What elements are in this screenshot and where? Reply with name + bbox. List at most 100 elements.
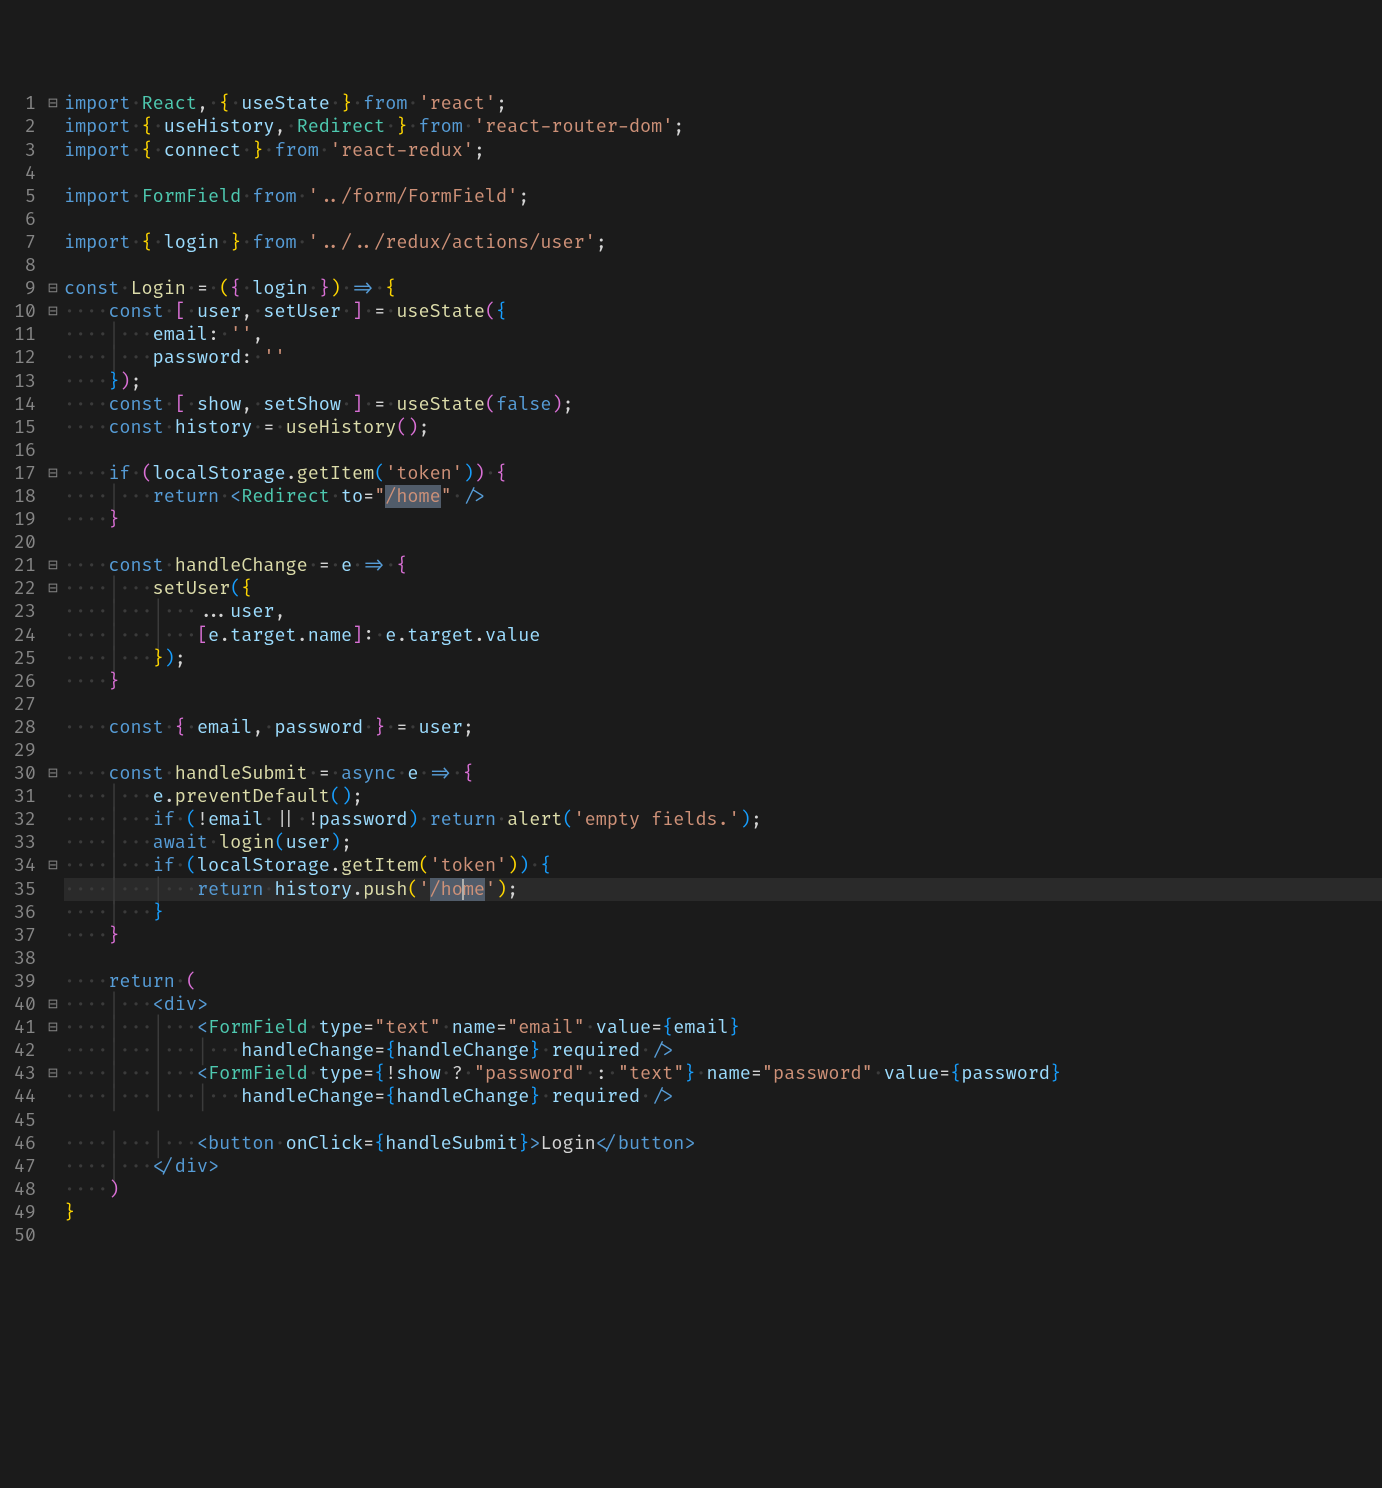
line-number[interactable]: 26 [0, 670, 42, 693]
line-number[interactable]: 30 [0, 762, 42, 785]
code-line[interactable]: ····│···} [64, 901, 1382, 924]
fold-toggle-icon[interactable]: ⊟ [42, 277, 64, 300]
fold-toggle-icon[interactable]: ⊟ [42, 854, 64, 877]
line-number[interactable]: 5 [0, 185, 42, 208]
code-line[interactable] [64, 1109, 1382, 1132]
line-number[interactable]: 15 [0, 416, 42, 439]
fold-toggle-icon[interactable]: ⊟ [42, 92, 64, 115]
code-line[interactable]: ····const·history·=·useHistory(); [64, 416, 1382, 439]
code-line[interactable]: ····│···return·<Redirect·to="/home"·/> [64, 485, 1382, 508]
code-line[interactable]: import·FormField·from·'../form/FormField… [64, 185, 1382, 208]
line-number[interactable]: 43 [0, 1062, 42, 1085]
code-line[interactable] [64, 439, 1382, 462]
code-line[interactable]: ····│···│···│···handleChange={handleChan… [64, 1085, 1382, 1108]
line-number[interactable]: 45 [0, 1109, 42, 1132]
line-number[interactable]: 22 [0, 577, 42, 600]
code-line[interactable] [64, 531, 1382, 554]
fold-toggle-icon[interactable]: ⊟ [42, 462, 64, 485]
code-line[interactable]: import·React,·{·useState·}·from·'react'; [64, 92, 1382, 115]
code-line[interactable]: ····│···</div> [64, 1155, 1382, 1178]
code-line[interactable]: ····│···await·login(user); [64, 831, 1382, 854]
line-number[interactable]: 25 [0, 647, 42, 670]
code-line[interactable]: ····│···setUser({ [64, 577, 1382, 600]
line-number[interactable]: 9 [0, 277, 42, 300]
line-number[interactable]: 42 [0, 1039, 42, 1062]
code-line[interactable]: ····│···password:·'' [64, 346, 1382, 369]
line-number[interactable]: 47 [0, 1155, 42, 1178]
fold-toggle-icon[interactable]: ⊟ [42, 993, 64, 1016]
code-line[interactable]: ····} [64, 670, 1382, 693]
line-number[interactable]: 48 [0, 1178, 42, 1201]
code-editor[interactable]: 1234567891011121314151617181920212223242… [0, 92, 1382, 1488]
code-line[interactable] [64, 739, 1382, 762]
code-line[interactable]: ····│···if·(!email·||·!password)·return·… [64, 808, 1382, 831]
code-line[interactable]: ····│···<div> [64, 993, 1382, 1016]
line-number[interactable]: 16 [0, 439, 42, 462]
line-number[interactable]: 29 [0, 739, 42, 762]
line-number[interactable]: 34 [0, 854, 42, 877]
line-number[interactable]: 10 [0, 300, 42, 323]
fold-toggle-icon[interactable]: ⊟ [42, 1016, 64, 1039]
fold-gutter[interactable]: ⊟⊟⊟⊟⊟⊟⊟⊟⊟⊟⊟ [42, 92, 64, 1488]
code-line[interactable]: ····│···│···<button·onClick={handleSubmi… [64, 1132, 1382, 1155]
line-number[interactable]: 3 [0, 139, 42, 162]
code-line[interactable]: ····│···│···...user, [64, 600, 1382, 623]
line-number[interactable]: 19 [0, 508, 42, 531]
code-line[interactable]: ····const·{·email,·password·}·=·user; [64, 716, 1382, 739]
code-line[interactable]: ····│···│···<FormField·type={!show·?·"pa… [64, 1062, 1382, 1085]
code-line[interactable] [64, 947, 1382, 970]
code-line[interactable]: ····const·[·user,·setUser·]·=·useState({ [64, 300, 1382, 323]
code-line[interactable]: ····const·[·show,·setShow·]·=·useState(f… [64, 393, 1382, 416]
code-line[interactable] [64, 162, 1382, 185]
line-number[interactable]: 36 [0, 901, 42, 924]
code-line[interactable]: const·Login·=·({·login·})·=>·{ [64, 277, 1382, 300]
line-number[interactable]: 17 [0, 462, 42, 485]
line-number[interactable]: 18 [0, 485, 42, 508]
code-line[interactable]: ····) [64, 1178, 1382, 1201]
code-line[interactable]: ····const·handleSubmit·=·async·e·=>·{ [64, 762, 1382, 785]
line-number[interactable]: 1 [0, 92, 42, 115]
code-line[interactable]: ····│···}); [64, 647, 1382, 670]
code-line[interactable] [64, 693, 1382, 716]
code-line[interactable]: ····│···│···│···handleChange={handleChan… [64, 1039, 1382, 1062]
line-number[interactable]: 39 [0, 970, 42, 993]
line-number[interactable]: 28 [0, 716, 42, 739]
code-area[interactable]: import·React,·{·useState·}·from·'react';… [64, 92, 1382, 1488]
code-line[interactable]: ····│···if·(localStorage.getItem('token'… [64, 854, 1382, 877]
fold-toggle-icon[interactable]: ⊟ [42, 762, 64, 785]
code-line[interactable]: ····if·(localStorage.getItem('token'))·{ [64, 462, 1382, 485]
line-number[interactable]: 37 [0, 924, 42, 947]
fold-toggle-icon[interactable]: ⊟ [42, 577, 64, 600]
fold-toggle-icon[interactable]: ⊟ [42, 300, 64, 323]
code-line[interactable]: ····}); [64, 370, 1382, 393]
line-number[interactable]: 32 [0, 808, 42, 831]
code-line[interactable]: ····│···e.preventDefault(); [64, 785, 1382, 808]
code-line[interactable]: ····const·handleChange·=·e·=>·{ [64, 554, 1382, 577]
code-line[interactable] [64, 254, 1382, 277]
code-line[interactable]: ····return·( [64, 970, 1382, 993]
line-number[interactable]: 6 [0, 208, 42, 231]
code-line[interactable]: import·{·connect·}·from·'react-redux'; [64, 139, 1382, 162]
fold-toggle-icon[interactable]: ⊟ [42, 554, 64, 577]
line-number[interactable]: 11 [0, 323, 42, 346]
code-line[interactable]: ····│···│···<FormField·type="text"·name=… [64, 1016, 1382, 1039]
line-number[interactable]: 8 [0, 254, 42, 277]
code-line[interactable] [64, 208, 1382, 231]
line-number[interactable]: 12 [0, 346, 42, 369]
code-line[interactable]: import·{·login·}·from·'../../redux/actio… [64, 231, 1382, 254]
code-line[interactable]: } [64, 1201, 1382, 1224]
code-line[interactable]: import·{·useHistory,·Redirect·}·from·'re… [64, 115, 1382, 138]
line-number[interactable]: 40 [0, 993, 42, 1016]
line-number-gutter[interactable]: 1234567891011121314151617181920212223242… [0, 92, 42, 1488]
code-line[interactable]: ····│···email:·'', [64, 323, 1382, 346]
line-number[interactable]: 41 [0, 1016, 42, 1039]
code-line[interactable]: ····} [64, 508, 1382, 531]
line-number[interactable]: 44 [0, 1085, 42, 1108]
line-number[interactable]: 23 [0, 600, 42, 623]
line-number[interactable]: 46 [0, 1132, 42, 1155]
fold-toggle-icon[interactable]: ⊟ [42, 1062, 64, 1085]
line-number[interactable]: 13 [0, 370, 42, 393]
line-number[interactable]: 7 [0, 231, 42, 254]
line-number[interactable]: 4 [0, 162, 42, 185]
line-number[interactable]: 2 [0, 115, 42, 138]
